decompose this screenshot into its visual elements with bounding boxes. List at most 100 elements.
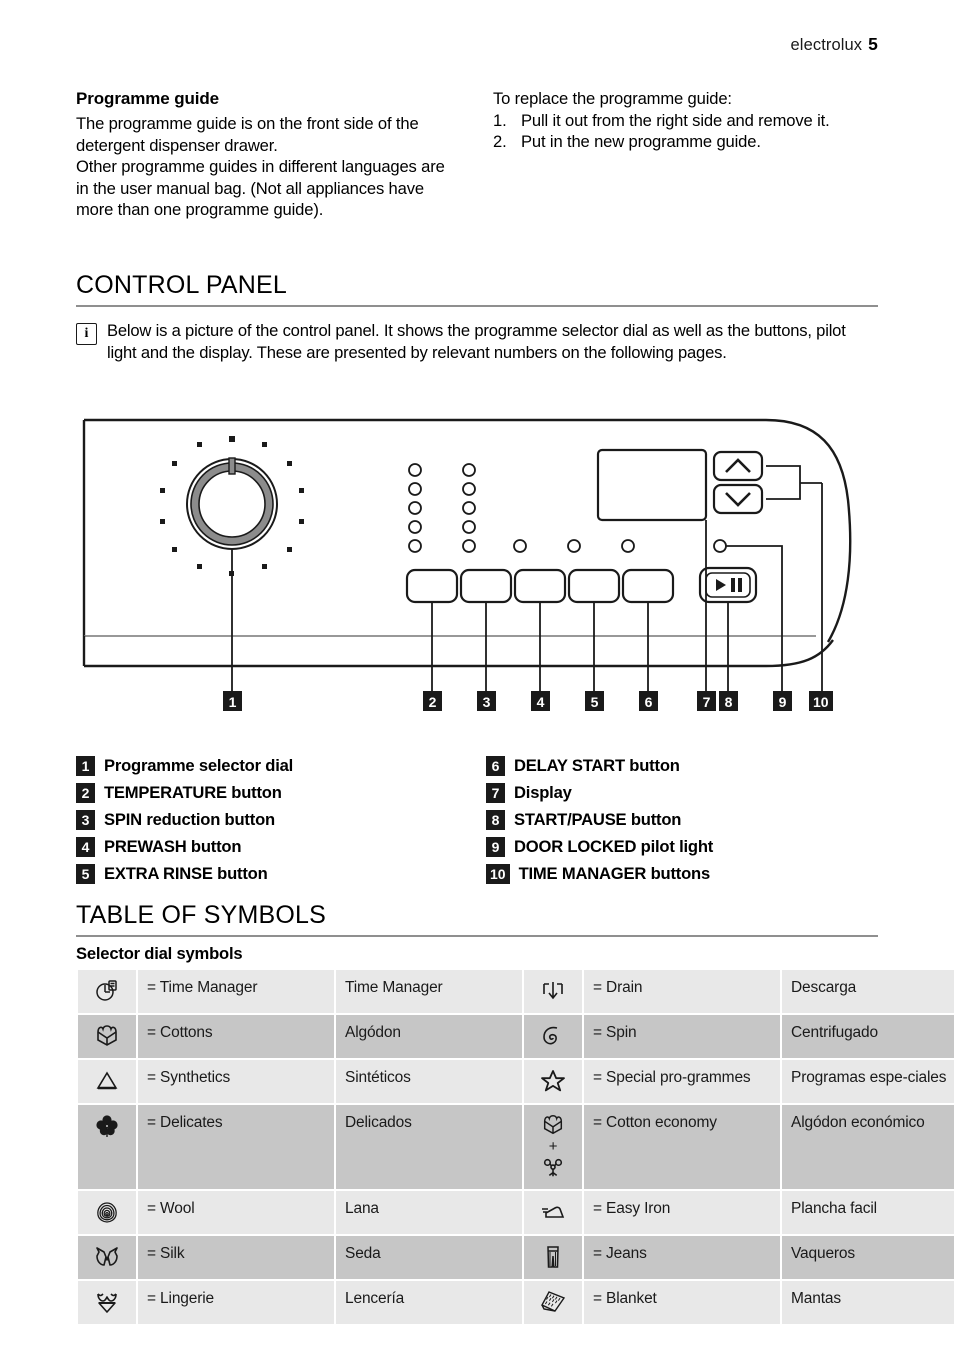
symbol-meaning-en: = Delicates xyxy=(138,1105,334,1189)
time-manager-up-button xyxy=(712,450,764,482)
symbol-meaning-es: Algódon xyxy=(336,1015,522,1058)
info-note-text: Below is a picture of the control panel.… xyxy=(107,321,846,362)
symbol-meaning-es: Mantas xyxy=(782,1281,954,1324)
section-divider xyxy=(76,304,878,307)
cottons-icon xyxy=(78,1015,136,1058)
list-item: 5 EXTRA RINSE button xyxy=(76,860,458,887)
time-manager-down-button xyxy=(712,483,764,515)
callout-6: 6 xyxy=(639,691,658,711)
legend-number: 9 xyxy=(486,836,505,857)
symbol-meaning-es: Descarga xyxy=(782,970,954,1013)
symbol-meaning-es: Vaqueros xyxy=(782,1236,954,1279)
page-number: 5 xyxy=(868,34,878,54)
symbol-meaning-en: = Jeans xyxy=(584,1236,780,1279)
programme-selector-dial[interactable] xyxy=(186,457,278,550)
list-item: 2 TEMPERATURE button xyxy=(76,779,458,806)
plus-sign: + xyxy=(548,1138,558,1155)
drain-icon xyxy=(524,970,582,1013)
delicates-icon xyxy=(78,1105,136,1189)
option-button-row[interactable] xyxy=(405,568,675,604)
callout-8: 8 xyxy=(719,691,738,711)
time-manager-buttons[interactable] xyxy=(712,450,764,515)
symbols-table: = Time Manager Time Manager = Drain Desc… xyxy=(76,968,954,1326)
symbol-meaning-en: = Silk xyxy=(138,1236,334,1279)
start-pause-button[interactable] xyxy=(698,566,758,604)
callout-1: 1 xyxy=(223,691,242,711)
legend-label: PREWASH button xyxy=(104,836,242,856)
blanket-icon xyxy=(524,1281,582,1324)
brand-name: electrolux xyxy=(790,36,863,54)
intro-left-column: Programme guide The programme guide is o… xyxy=(76,88,461,221)
symbol-meaning-es: Sintéticos xyxy=(336,1060,522,1103)
legend-number: 10 xyxy=(486,863,510,884)
silk-icon xyxy=(78,1236,136,1279)
section-title-text: CONTROL PANEL xyxy=(76,271,287,299)
programme-guide-heading: Programme guide xyxy=(76,89,220,108)
list-item: 7 Display xyxy=(486,779,868,806)
intro-right-column: To replace the programme guide: 1. Pull … xyxy=(493,88,878,221)
option-pilot-lights xyxy=(513,539,635,553)
list-item: 1 Programme selector dial xyxy=(76,752,458,779)
legend-number: 8 xyxy=(486,809,505,830)
door-locked-pilot-light xyxy=(713,539,727,553)
legend-left-column: 1 Programme selector dial 2 TEMPERATURE bu… xyxy=(76,752,458,887)
time-manager-icon xyxy=(78,970,136,1013)
list-item: 9 DOOR LOCKED pilot light xyxy=(486,833,868,860)
symbol-meaning-es: Delicados xyxy=(336,1105,522,1189)
symbol-meaning-es: Lana xyxy=(336,1191,522,1234)
list-item: 3 SPIN reduction button xyxy=(76,806,458,833)
step-number: 1. xyxy=(493,110,507,130)
delay-start-button xyxy=(621,568,675,604)
table-row: = Time Manager Time Manager = Drain Desc… xyxy=(78,970,954,1013)
symbol-meaning-en: = Cotton economy xyxy=(584,1105,780,1189)
legend-number: 1 xyxy=(76,755,95,776)
led-indicator-grid xyxy=(408,463,476,553)
symbol-meaning-en: = Drain xyxy=(584,970,780,1013)
symbol-meaning-en: = Time Manager xyxy=(138,970,334,1013)
synthetics-icon xyxy=(78,1060,136,1103)
symbol-meaning-en: = Blanket xyxy=(584,1281,780,1324)
callout-2: 2 xyxy=(423,691,442,711)
legend-number: 3 xyxy=(76,809,95,830)
selector-dial-symbols-subheading: Selector dial symbols xyxy=(76,944,243,963)
symbol-meaning-en: = Wool xyxy=(138,1191,334,1234)
programme-guide-paragraph-1: The programme guide is on the front side… xyxy=(76,114,419,155)
control-panel-figure: 1 2 3 4 5 6 7 8 9 10 xyxy=(76,408,878,720)
symbol-meaning-es: Lencería xyxy=(336,1281,522,1324)
callout-3: 3 xyxy=(477,691,496,711)
table-row: = Lingerie Lencería = Blanket Mantas xyxy=(78,1281,954,1324)
intro-columns: Programme guide The programme guide is o… xyxy=(76,88,878,221)
pause-icon-bar-1 xyxy=(731,578,735,592)
legend-label: START/PAUSE button xyxy=(514,809,682,829)
list-item: 1. Pull it out from the right side and r… xyxy=(493,110,878,132)
list-item: 8 START/PAUSE button xyxy=(486,806,868,833)
symbol-meaning-en: = Synthetics xyxy=(138,1060,334,1103)
symbol-meaning-es: Programas espe-ciales xyxy=(782,1060,954,1103)
jeans-icon xyxy=(524,1236,582,1279)
legend-number: 6 xyxy=(486,755,505,776)
table-row: = Wool Lana = Easy Iron Plancha facil xyxy=(78,1191,954,1234)
control-panel-drawing xyxy=(82,418,852,699)
legend-label: SPIN reduction button xyxy=(104,809,275,829)
step-number: 2. xyxy=(493,132,507,152)
legend-label: Display xyxy=(514,782,572,802)
info-icon: i xyxy=(76,323,97,345)
spin-icon xyxy=(524,1015,582,1058)
temperature-button xyxy=(405,568,459,604)
control-panel-legend: 1 Programme selector dial 2 TEMPERATURE bu… xyxy=(76,752,886,887)
callout-5: 5 xyxy=(585,691,604,711)
list-item: 10 TIME MANAGER buttons xyxy=(486,860,868,887)
replace-guide-lead: To replace the programme guide: xyxy=(493,89,732,108)
replace-guide-steps: 1. Pull it out from the right side and r… xyxy=(493,110,878,153)
extra-rinse-button xyxy=(567,568,621,604)
step-text: Pull it out from the right side and remo… xyxy=(521,110,830,130)
symbol-meaning-en: = Spin xyxy=(584,1015,780,1058)
spin-reduction-button xyxy=(459,568,513,604)
panel-bottom-edge xyxy=(84,639,834,668)
time-manager-bracket xyxy=(766,465,822,500)
section-divider xyxy=(76,934,878,937)
callout-10: 10 xyxy=(809,691,833,711)
legend-number: 4 xyxy=(76,836,95,857)
pause-icon-bar-2 xyxy=(738,578,742,592)
callout-7: 7 xyxy=(697,691,716,711)
